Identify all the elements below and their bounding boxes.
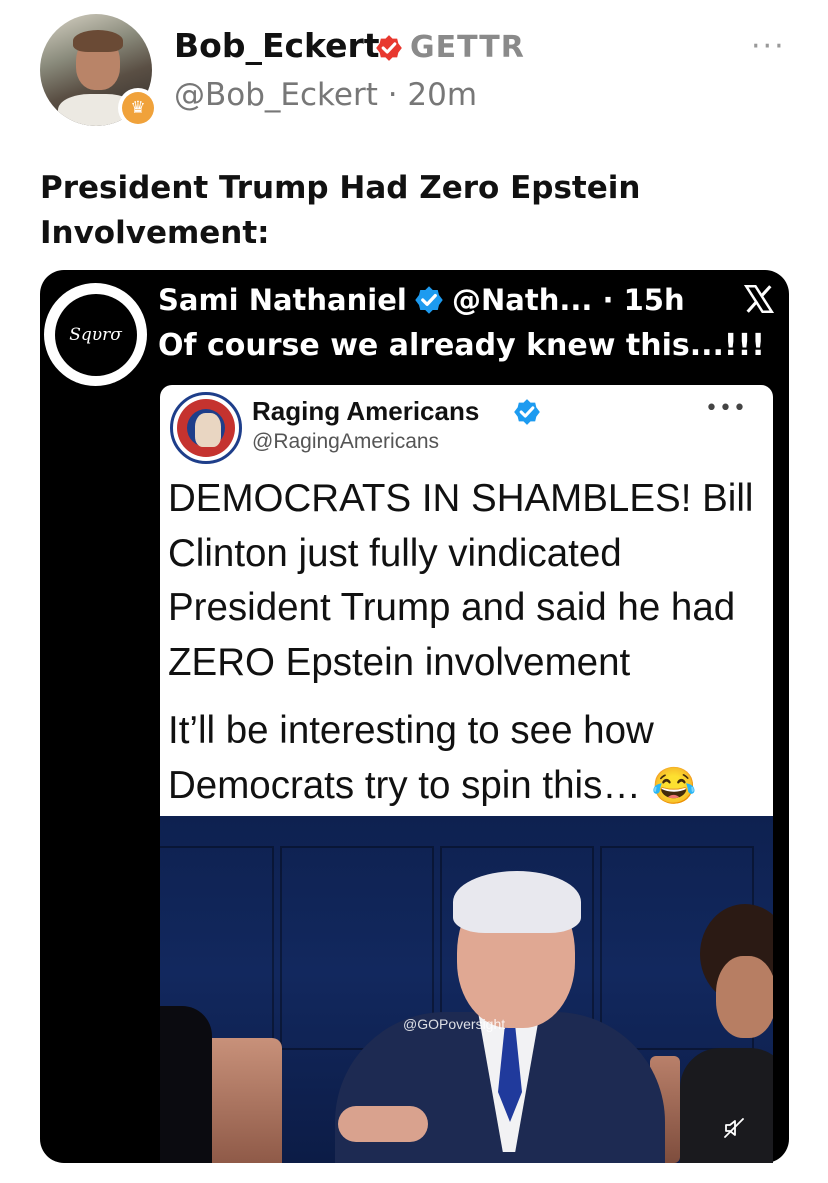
quoted-more-icon: ••• [705, 396, 747, 421]
embedded-text: Of course we already knew this...!!! [158, 328, 765, 363]
quoted-verified-icon [514, 399, 540, 425]
embedded-handle-time: @Nath... · 15h [452, 283, 685, 317]
verified-blue-icon [415, 286, 443, 314]
author-name[interactable]: Bob_Eckert [174, 24, 380, 68]
verified-red-icon [376, 35, 402, 61]
embedded-author-name: Sami Nathaniel [158, 283, 407, 317]
quoted-author-name: Raging Americans [252, 396, 480, 426]
chair-left [200, 1038, 282, 1163]
video-player[interactable]: @GOPoversight [160, 816, 773, 1163]
embedded-author-avatar: Sqυrσ [44, 283, 147, 386]
post-text: President Trump Had Zero Epstein Involve… [40, 170, 641, 251]
embedded-avatar-logo: Sqυrσ [54, 293, 137, 376]
quoted-tweet-body: DEMOCRATS IN SHAMBLES! Bill Clinton just… [168, 472, 773, 813]
speaker-hands [338, 1106, 428, 1142]
person-right-face [716, 956, 773, 1038]
video-watermark: @GOPoversight [403, 1016, 506, 1032]
mute-icon[interactable] [722, 1116, 746, 1140]
person-right-body [680, 1048, 773, 1163]
person-left-silhouette [160, 1006, 212, 1163]
quoted-paragraph-2: It’ll be interesting to see how Democrat… [168, 709, 697, 807]
laughing-emoji-icon: 😂 [651, 764, 697, 806]
x-logo-icon [743, 284, 775, 314]
avatar-hair [73, 30, 123, 52]
quoted-paragraph-1: DEMOCRATS IN SHAMBLES! Bill Clinton just… [168, 477, 754, 684]
author-handle-time[interactable]: @Bob_Eckert · 20m [174, 74, 477, 116]
speaker-hair [453, 871, 581, 933]
platform-label: GETTR [410, 30, 525, 65]
quoted-author-handle: @RagingAmericans [252, 430, 440, 453]
more-icon[interactable]: ··· [751, 32, 786, 62]
crown-icon: ♛ [118, 88, 158, 128]
quoted-author-avatar [170, 392, 242, 464]
